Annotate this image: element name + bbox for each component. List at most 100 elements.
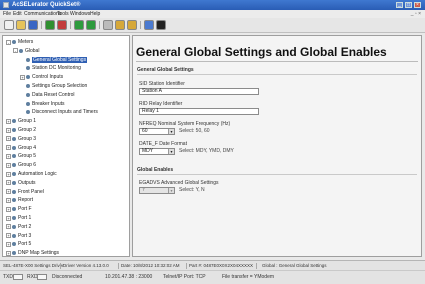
menu-windows[interactable]: Windows <box>70 11 90 17</box>
menu-help[interactable]: Help <box>90 11 100 17</box>
expand-icon[interactable]: + <box>6 153 11 159</box>
open-icon[interactable] <box>16 20 26 30</box>
expand-icon[interactable]: + <box>6 145 11 151</box>
tree-item[interactable]: Station DC Monitoring <box>20 65 81 71</box>
tree-item[interactable]: Data Reset Control <box>20 92 75 98</box>
settings-node-icon <box>12 145 16 150</box>
disconnect-icon[interactable] <box>86 20 96 30</box>
expand-icon[interactable]: + <box>6 250 11 256</box>
tree-item[interactable]: + Port 1 <box>6 215 31 221</box>
menu-bar: File Edit Communications Tools Windows H… <box>0 10 425 18</box>
tree-item[interactable]: - Global <box>13 48 39 54</box>
title-bar: AcSELerator QuickSet® _ □ × <box>0 0 425 10</box>
tree-item[interactable]: + Group 2 <box>6 127 36 133</box>
egadvs-select[interactable]: Y ▾ <box>139 187 175 194</box>
tree-item[interactable]: + Group 1 <box>6 118 36 124</box>
settings-node-icon <box>12 172 16 176</box>
tree-item[interactable]: + Front Panel <box>6 189 44 195</box>
tree-item[interactable]: Settings Group Selection <box>20 83 87 89</box>
expand-icon[interactable]: + <box>6 189 11 195</box>
tree-item[interactable]: + Port 5 <box>6 241 31 247</box>
nfreq-select[interactable]: 60 ▾ <box>139 128 175 135</box>
tree-item[interactable]: + Report <box>6 197 33 203</box>
rx-indicator <box>37 274 47 280</box>
expand-icon[interactable]: + <box>6 206 11 212</box>
menu-edit[interactable]: Edit <box>13 11 22 17</box>
expand-icon[interactable]: + <box>6 197 11 203</box>
tree-item[interactable]: - Meters <box>6 39 33 45</box>
settings-tree[interactable]: - Meters - Global General Global Settings Sta… <box>2 35 130 257</box>
mdi-controls[interactable]: _ ▫ × <box>411 11 421 17</box>
tree-item[interactable]: + Group 3 <box>6 136 36 142</box>
chevron-down-icon[interactable]: ▾ <box>168 129 174 134</box>
menu-communications[interactable]: Communications <box>24 11 61 17</box>
tree-item-label: Breaker Inputs <box>32 100 65 107</box>
settings-node-icon <box>12 216 16 220</box>
expand-icon[interactable]: + <box>6 233 11 239</box>
expand-icon[interactable]: + <box>6 215 11 221</box>
expand-icon[interactable]: + <box>6 224 11 230</box>
chevron-down-icon[interactable]: ▾ <box>168 188 174 193</box>
forward-icon[interactable] <box>127 20 137 30</box>
chevron-down-icon[interactable]: ▾ <box>168 149 174 154</box>
settings-node-icon <box>26 66 30 71</box>
tree-item[interactable]: + Port 3 <box>6 233 31 239</box>
menu-tools[interactable]: Tools <box>57 11 69 17</box>
connection-address: 10.201.47.38 : 23000 <box>105 274 153 280</box>
expand-icon[interactable]: + <box>6 136 11 142</box>
collapse-icon[interactable]: - <box>13 48 18 54</box>
close-icon[interactable]: × <box>414 2 421 8</box>
tree-item[interactable]: + Automation Logic <box>6 171 57 177</box>
expand-icon[interactable]: + <box>6 241 11 247</box>
datef-select[interactable]: MDY ▾ <box>139 148 175 155</box>
minimize-icon[interactable]: _ <box>396 2 403 8</box>
tree-item[interactable]: + Group 4 <box>6 145 36 151</box>
hmi-icon[interactable] <box>144 20 154 30</box>
expand-icon[interactable]: + <box>6 180 11 186</box>
datef-hint: Select: MDY, YMD, DMY <box>179 148 234 154</box>
tree-item[interactable]: Disconnect Inputs and Timers <box>20 109 98 115</box>
collapse-icon[interactable]: - <box>6 39 11 45</box>
section-divider <box>137 74 417 75</box>
menu-file[interactable]: File <box>3 11 11 17</box>
tree-item[interactable]: + Port 2 <box>6 224 31 230</box>
status-divider <box>60 263 61 269</box>
settings-node-icon <box>12 189 16 194</box>
back-icon[interactable] <box>115 20 125 30</box>
settings-node-icon <box>12 233 16 238</box>
expand-icon[interactable]: + <box>6 118 11 124</box>
tree-item-label: Global <box>25 47 40 54</box>
tree-item[interactable]: + Group 6 <box>6 162 36 168</box>
tree-item[interactable]: + DNP Map Settings <box>6 250 59 256</box>
connect-icon[interactable] <box>74 20 84 30</box>
expand-icon[interactable]: + <box>6 171 11 177</box>
status-location: Global : General Global Settings <box>262 263 327 268</box>
rx-label: RXD <box>27 274 38 280</box>
app-window: AcSELerator QuickSet® _ □ × File Edit Co… <box>0 0 425 284</box>
save-icon[interactable] <box>28 20 38 30</box>
tree-item-label: Meters <box>18 39 34 45</box>
tree-item[interactable]: + Control Inputs <box>20 74 63 80</box>
maximize-icon[interactable]: □ <box>405 2 412 8</box>
settings-icon[interactable] <box>103 20 113 30</box>
terminal-icon[interactable] <box>156 20 166 30</box>
tree-item[interactable]: + Outputs <box>6 180 36 186</box>
tree-item-label: Front Panel <box>18 188 44 195</box>
egadvs-hint: Select: Y, N <box>179 187 205 193</box>
settings-node-icon <box>26 57 30 62</box>
settings-node-icon <box>12 136 16 141</box>
expand-icon[interactable]: + <box>6 127 11 133</box>
settings-node-icon <box>12 119 16 124</box>
tree-item[interactable]: + Group 5 <box>6 153 36 159</box>
tree-item[interactable]: Breaker Inputs <box>20 101 65 107</box>
tree-item-label: Group 3 <box>18 135 37 142</box>
send-icon[interactable] <box>57 20 67 30</box>
tree-item[interactable]: + Port F <box>6 206 32 212</box>
sid-input[interactable]: Station A <box>139 88 259 95</box>
expand-icon[interactable]: + <box>6 162 11 168</box>
rid-input[interactable]: Relay 1 <box>139 108 259 115</box>
expand-icon[interactable]: + <box>20 74 25 80</box>
read-icon[interactable] <box>45 20 55 30</box>
new-icon[interactable] <box>4 20 14 30</box>
tree-item[interactable]: General Global Settings <box>20 56 88 63</box>
